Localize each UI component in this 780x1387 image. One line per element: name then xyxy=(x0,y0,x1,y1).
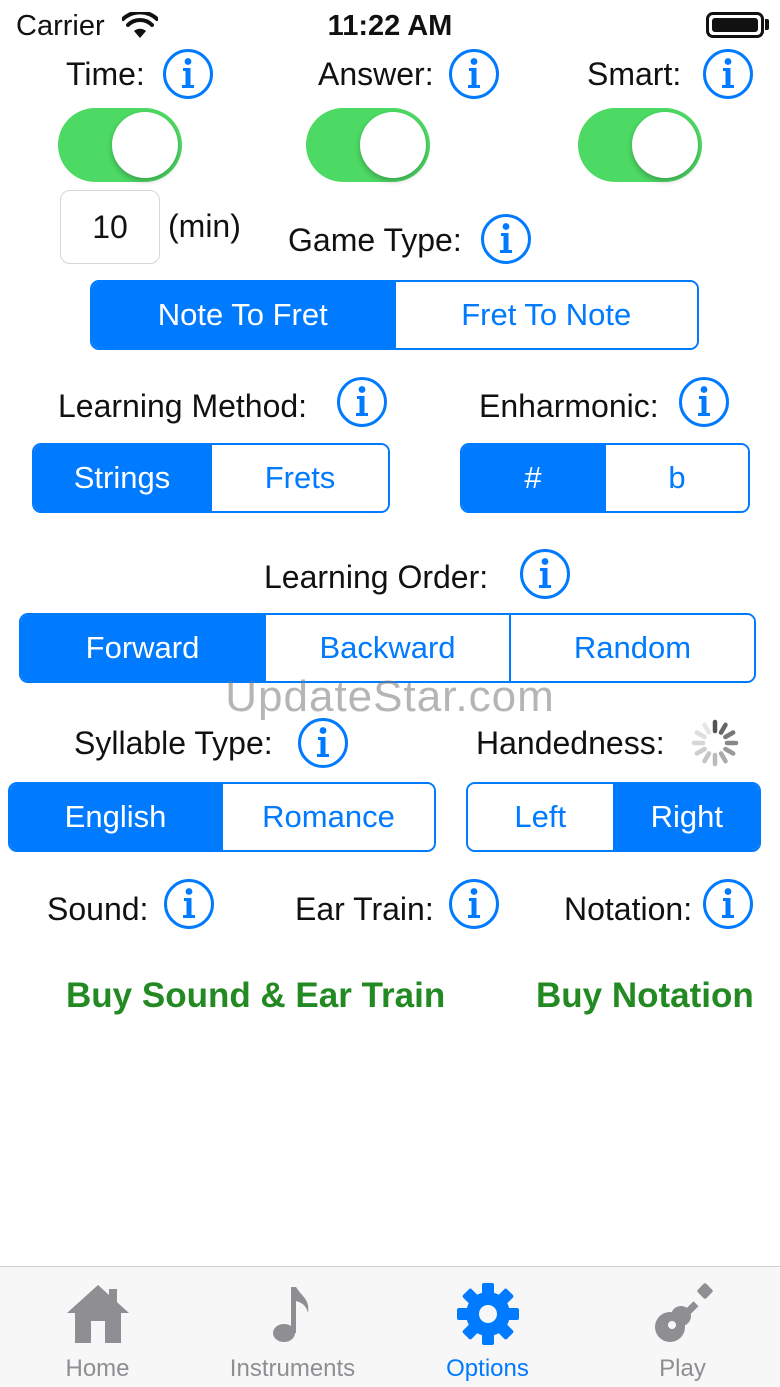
enharmonic-label: Enharmonic: xyxy=(479,388,659,424)
learning-method-frets[interactable]: Frets xyxy=(210,445,388,511)
syllable-type-segmented: English Romance xyxy=(8,782,436,852)
learning-order-label: Learning Order: xyxy=(264,559,489,595)
smart-info-icon[interactable] xyxy=(702,48,754,100)
status-time: 11:22 AM xyxy=(327,10,453,42)
loading-spinner-icon xyxy=(691,719,739,767)
tab-options-label: Options xyxy=(446,1355,529,1382)
enharmonic-sharp[interactable]: # xyxy=(462,445,604,511)
tab-home[interactable]: Home xyxy=(0,1267,195,1387)
game-type-info-icon[interactable] xyxy=(480,213,532,265)
time-limit-unit: (min) xyxy=(168,208,241,244)
answer-label: Answer: xyxy=(318,56,434,92)
tab-instruments[interactable]: Instruments xyxy=(195,1267,390,1387)
home-icon xyxy=(66,1285,129,1343)
sound-info-icon[interactable] xyxy=(163,878,215,930)
answer-info-icon[interactable] xyxy=(448,48,500,100)
game-type-fret-to-note[interactable]: Fret To Note xyxy=(393,282,697,348)
game-type-label: Game Type: xyxy=(288,222,462,258)
time-limit-input[interactable]: 10 xyxy=(60,190,160,264)
enharmonic-flat[interactable]: b xyxy=(604,445,748,511)
answer-toggle[interactable] xyxy=(306,108,430,182)
tab-instruments-label: Instruments xyxy=(229,1355,356,1382)
handedness-segmented: Left Right xyxy=(466,782,761,852)
guitar-icon xyxy=(654,1283,713,1342)
game-type-note-to-fret[interactable]: Note To Fret xyxy=(92,282,394,348)
tab-options[interactable]: Options xyxy=(390,1267,585,1387)
gear-icon xyxy=(456,1283,519,1345)
handedness-left[interactable]: Left xyxy=(468,784,613,850)
learning-method-label: Learning Method: xyxy=(58,388,308,424)
time-label: Time: xyxy=(66,56,145,92)
time-toggle[interactable] xyxy=(58,108,182,182)
tab-play[interactable]: Play xyxy=(585,1267,780,1387)
battery-tip xyxy=(765,19,769,30)
time-info-icon[interactable] xyxy=(162,48,214,100)
learning-method-strings[interactable]: Strings xyxy=(34,445,210,511)
enharmonic-segmented: # b xyxy=(460,443,750,513)
watermark: UpdateStar.com xyxy=(225,672,555,721)
battery-icon xyxy=(706,12,764,38)
learning-order-info-icon[interactable] xyxy=(519,548,571,600)
ear-train-label: Ear Train: xyxy=(295,891,434,927)
enharmonic-info-icon[interactable] xyxy=(678,376,730,428)
notation-info-icon[interactable] xyxy=(702,878,754,930)
syllable-type-romance[interactable]: Romance xyxy=(221,784,434,850)
notation-label: Notation: xyxy=(564,891,693,927)
ear-train-info-icon[interactable] xyxy=(448,878,500,930)
handedness-right[interactable]: Right xyxy=(612,784,759,850)
syllable-type-english[interactable]: English xyxy=(10,784,221,850)
buy-sound-ear-train-button[interactable]: Buy Sound & Ear Train xyxy=(66,976,445,1016)
tab-play-label: Play xyxy=(659,1355,706,1382)
music-note-icon xyxy=(272,1287,308,1342)
sound-label: Sound: xyxy=(47,891,149,927)
handedness-label: Handedness: xyxy=(476,725,665,761)
tab-home-label: Home xyxy=(65,1355,130,1382)
smart-toggle[interactable] xyxy=(578,108,702,182)
buy-notation-button[interactable]: Buy Notation xyxy=(536,976,754,1016)
syllable-type-label: Syllable Type: xyxy=(74,725,273,761)
learning-method-info-icon[interactable] xyxy=(336,376,388,428)
game-type-segmented: Note To Fret Fret To Note xyxy=(90,280,699,350)
learning-method-segmented: Strings Frets xyxy=(32,443,390,513)
tab-bar: Home Instruments Options Play xyxy=(0,1266,780,1387)
smart-label: Smart: xyxy=(587,56,682,92)
syllable-type-info-icon[interactable] xyxy=(297,717,349,769)
